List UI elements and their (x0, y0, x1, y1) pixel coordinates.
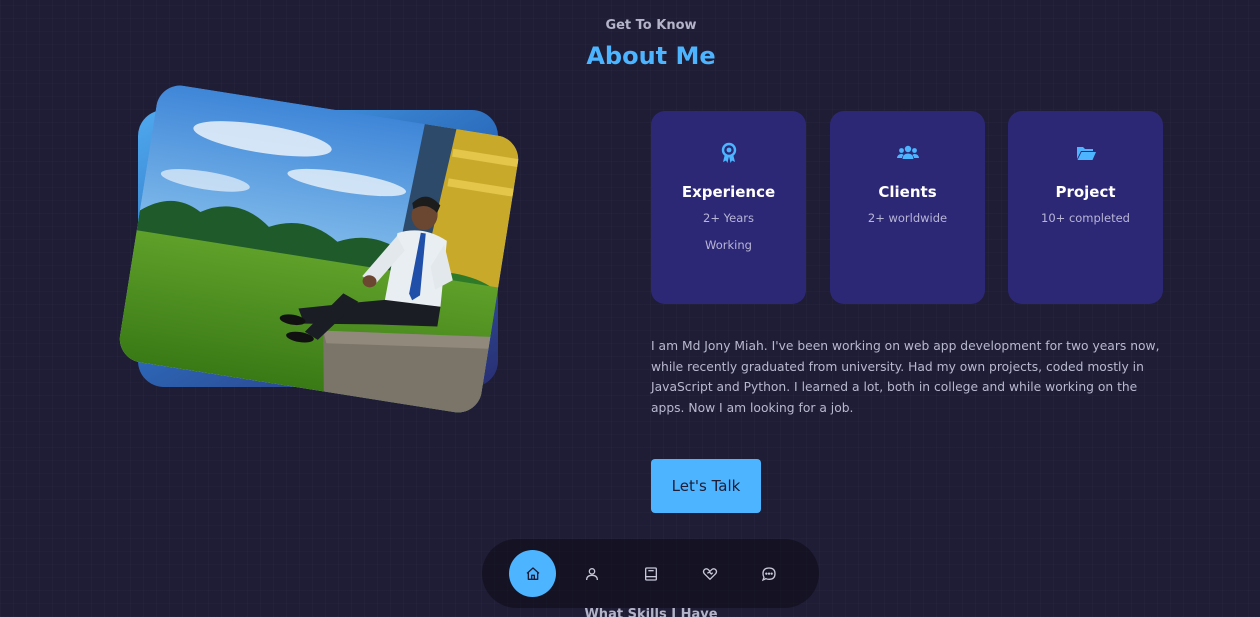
nav-contact[interactable] (745, 550, 792, 597)
nav-services[interactable] (686, 550, 733, 597)
card-experience: Experience 2+ Years Working (651, 111, 806, 304)
card-subtitle: 2+ Years Working (703, 211, 754, 252)
section-title: About Me (586, 42, 716, 70)
folder-icon (1076, 147, 1096, 160)
user-icon (585, 567, 598, 580)
home-icon (526, 566, 539, 580)
users-icon (896, 145, 919, 159)
bottom-nav (482, 539, 819, 608)
card-title: Clients (878, 183, 937, 201)
card-subtitle: 10+ completed (1041, 211, 1130, 225)
handshake-icon (702, 567, 717, 580)
card-project: Project 10+ completed (1008, 111, 1163, 304)
card-title: Project (1055, 183, 1116, 201)
profile-photo (116, 82, 522, 416)
award-icon (721, 142, 736, 163)
nav-experience[interactable] (627, 550, 674, 597)
card-subtitle: 2+ worldwide (867, 211, 948, 225)
card-clients: Clients 2+ worldwide (830, 111, 985, 304)
card-title: Experience (681, 183, 776, 201)
book-icon (644, 566, 657, 581)
message-icon (761, 566, 776, 581)
lets-talk-button[interactable]: Let's Talk (651, 459, 761, 513)
nav-about[interactable] (568, 550, 615, 597)
about-paragraph: I am Md Jony Miah. I've been working on … (651, 339, 1160, 415)
next-section-kicker: What Skills I Have (584, 607, 718, 617)
section-kicker: Get To Know (605, 18, 697, 33)
nav-home[interactable] (509, 550, 556, 597)
